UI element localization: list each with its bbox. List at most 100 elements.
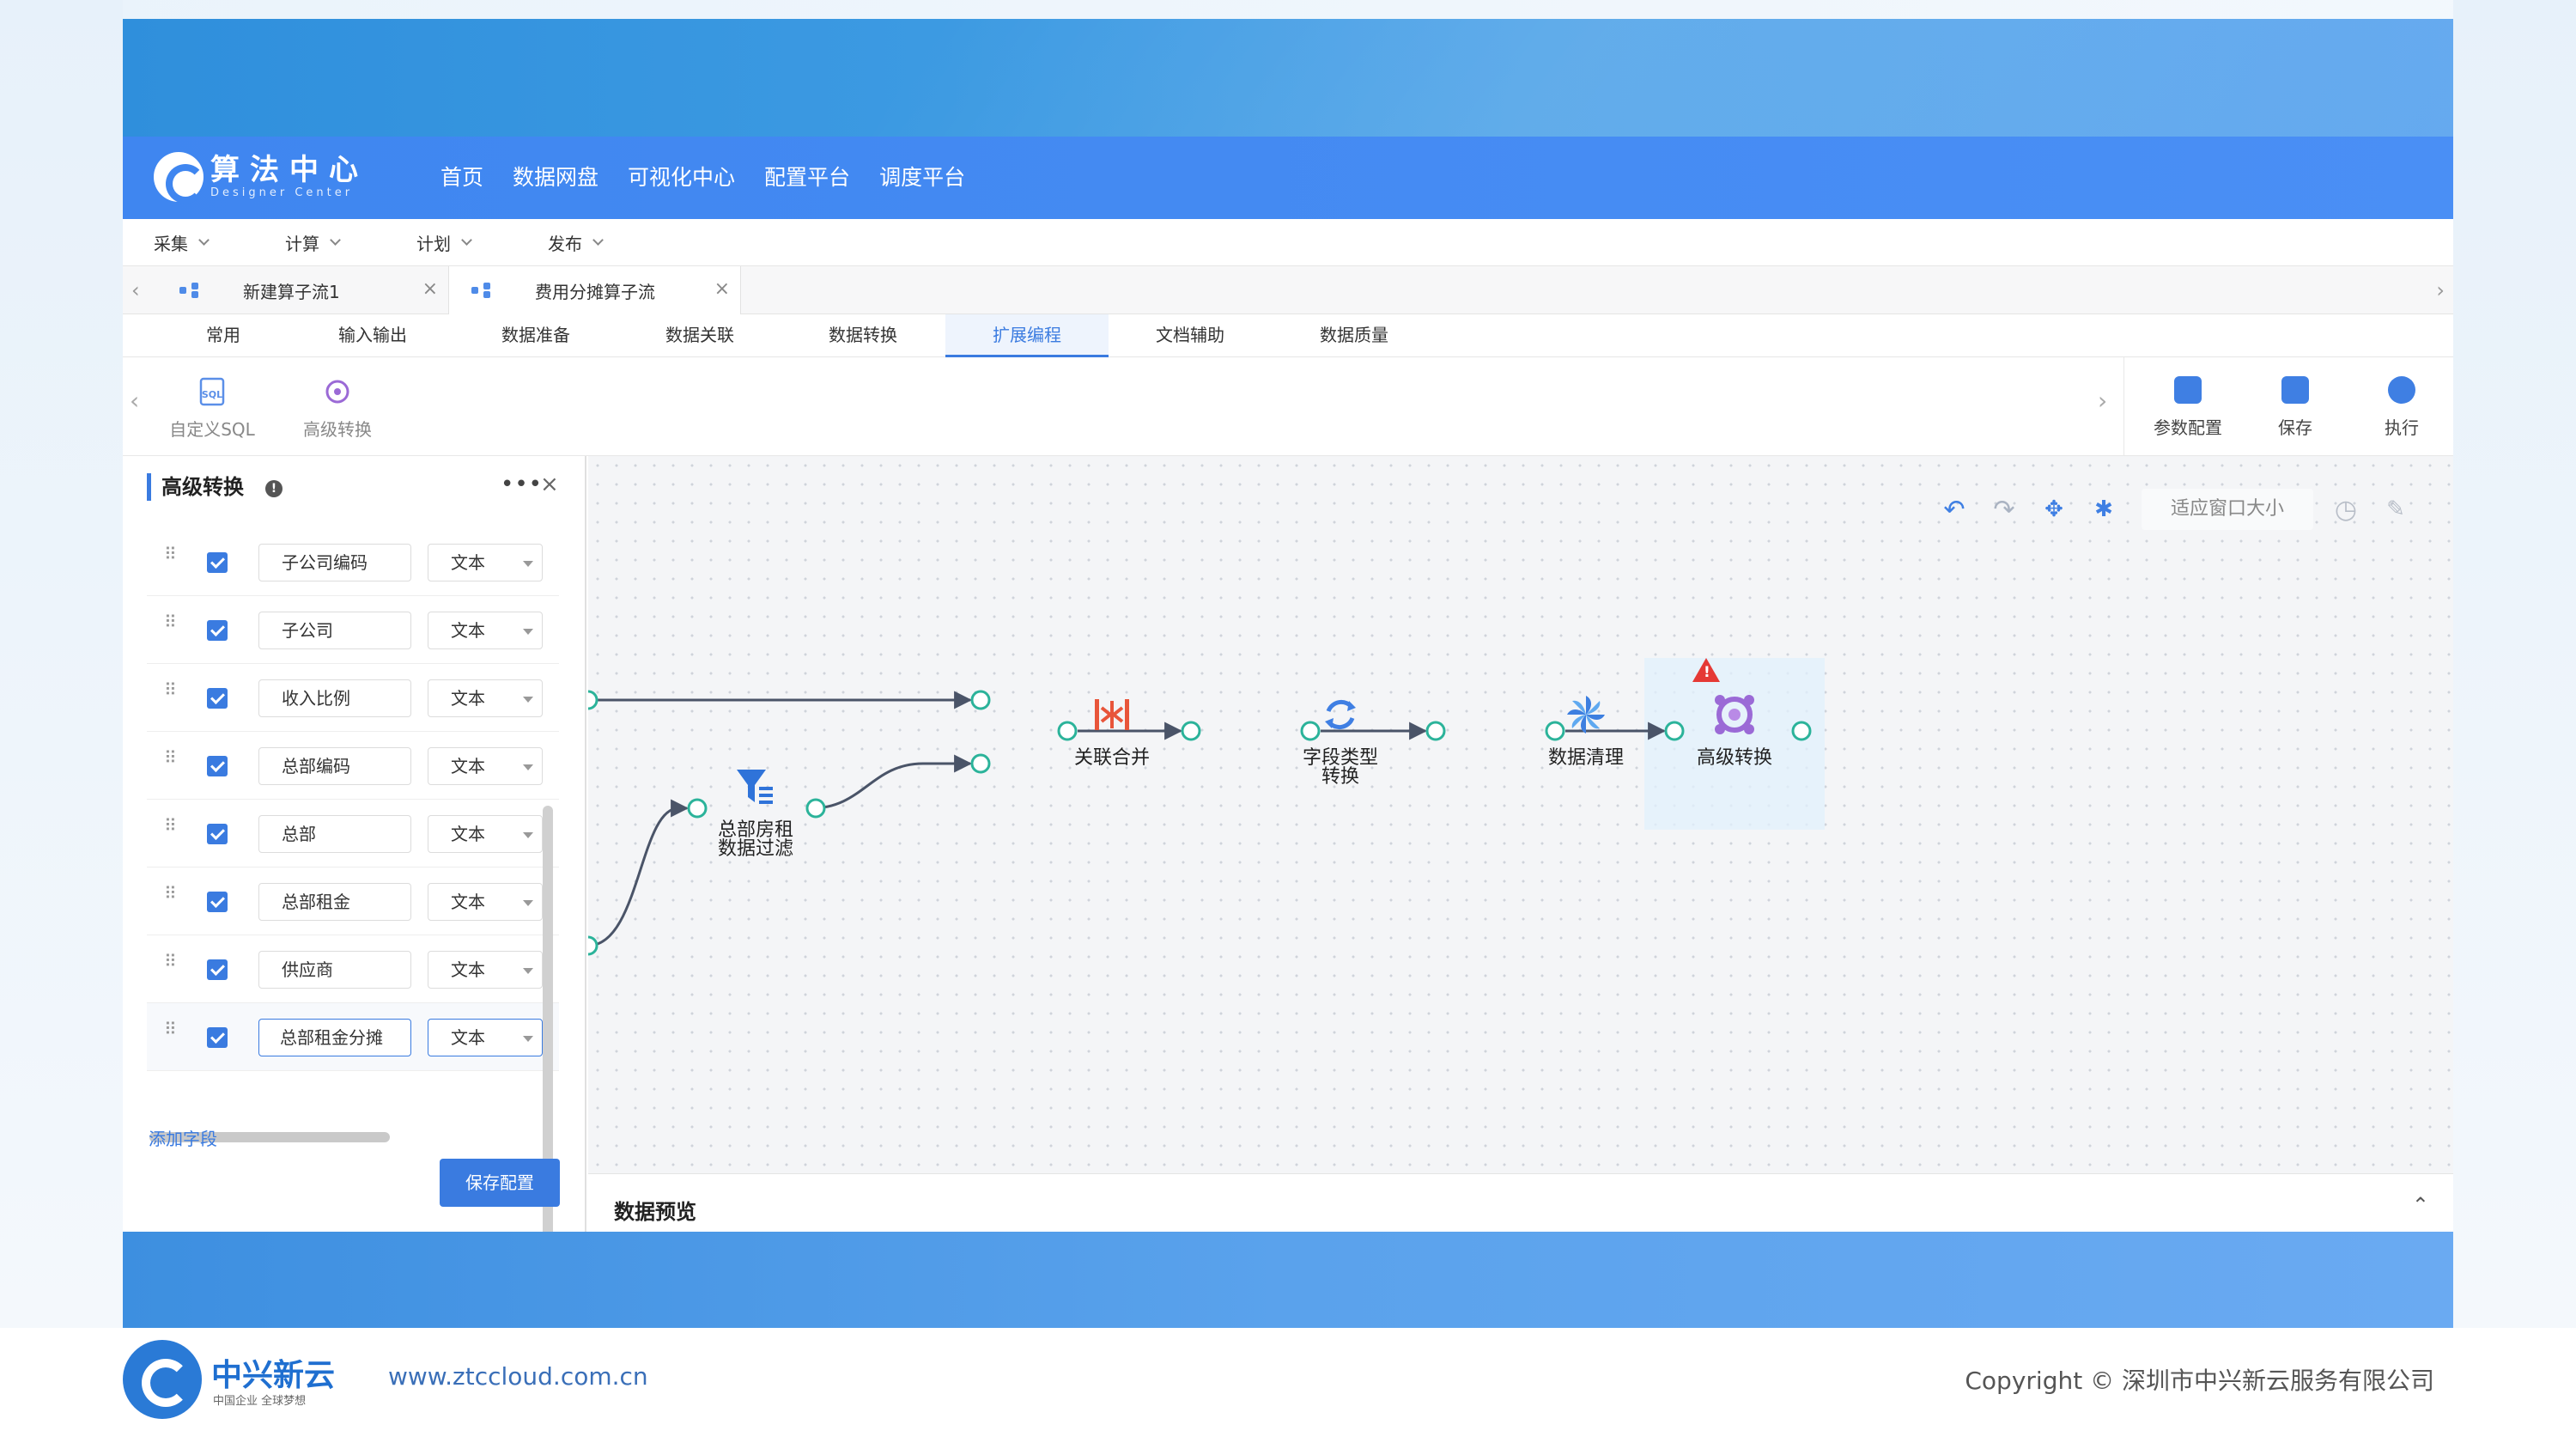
tab-common[interactable]: 常用 (142, 314, 305, 357)
node-field-type-cast[interactable]: 字段类型 转换 (1280, 689, 1400, 787)
menu-bar: 采集 计算 计划 发布 (123, 219, 2453, 266)
save-config-button[interactable]: 保存配置 (440, 1159, 560, 1207)
drag-handle-icon[interactable]: ⠿ (164, 953, 177, 978)
more-options-icon[interactable]: ••• (501, 472, 543, 497)
tab-input-output[interactable]: 输入输出 (291, 314, 454, 357)
palette-scroll-left-icon[interactable]: ‹ (130, 387, 139, 415)
data-preview-bar[interactable]: 数据预览 ⌃ (588, 1173, 2453, 1232)
brand-logo-icon (123, 1340, 202, 1419)
field-name-input[interactable]: 总部租金分摊 (258, 1019, 411, 1056)
close-icon[interactable]: × (714, 278, 730, 300)
tab-document-assist[interactable]: 文档辅助 (1109, 314, 1272, 357)
info-icon[interactable]: ! (265, 480, 283, 497)
drag-handle-icon[interactable]: ⠿ (164, 681, 177, 707)
tool-custom-sql[interactable]: SQL 自定义SQL (161, 376, 264, 441)
doc-tab-new-flow[interactable]: 新建算子流1 × (157, 266, 449, 314)
node-label: 数据过滤 (717, 838, 793, 860)
field-checkbox[interactable] (207, 959, 228, 980)
field-name-input[interactable]: 总部租金 (258, 883, 411, 921)
nav-visualization[interactable]: 可视化中心 (628, 162, 735, 193)
tab-data-prep[interactable]: 数据准备 (454, 314, 617, 357)
field-checkbox[interactable] (207, 1027, 228, 1048)
field-name-input[interactable]: 总部 (258, 815, 411, 853)
field-checkbox[interactable] (207, 892, 228, 912)
tab-extended-programming[interactable]: 扩展编程 (945, 314, 1109, 357)
flow-edges (588, 690, 1812, 956)
node-label: 数据清理 (1547, 747, 1624, 769)
logo-swirl-icon (154, 152, 205, 204)
tabs-scroll-right-icon[interactable]: › (2436, 278, 2445, 302)
tool-palette: ‹ SQL 自定义SQL 高级转换 › 参数配置 保存 执行 (123, 357, 2453, 456)
field-checkbox[interactable] (207, 756, 228, 776)
doc-tab-label: 新建算子流1 (243, 281, 340, 302)
field-row: ⠿ 总部编码 文本 (147, 732, 559, 800)
sql-icon: SQL (197, 376, 228, 407)
nav-config-platform[interactable]: 配置平台 (764, 162, 850, 193)
field-name-input[interactable]: 子公司 (258, 612, 411, 649)
properties-panel: 高级转换 ! ••• × ⠿ 子公司编码 文本 ⠿ 子公司 文本 ⠿ 收入比例 … (123, 456, 586, 1232)
add-field-link[interactable]: 添加字段 (149, 1125, 217, 1150)
edge (811, 754, 973, 810)
tab-data-transform[interactable]: 数据转换 (781, 314, 945, 357)
field-row: ⠿ 收入比例 文本 (147, 664, 559, 732)
field-type-select[interactable]: 文本 (428, 544, 543, 581)
port (588, 690, 598, 710)
menu-publish[interactable]: 发布 (548, 230, 648, 255)
field-name-input[interactable]: 总部编码 (258, 747, 411, 785)
nav-home[interactable]: 首页 (440, 162, 483, 193)
field-checkbox[interactable] (207, 552, 228, 573)
tabs-scroll-left-icon[interactable]: ‹ (131, 278, 140, 302)
tool-label: 高级转换 (303, 419, 372, 440)
doc-tab-cost-allocation-flow[interactable]: 费用分摊算子流 × (449, 266, 741, 314)
field-type-select[interactable]: 文本 (428, 1019, 543, 1056)
field-row: ⠿ 总部租金分摊 文本 (147, 1003, 559, 1071)
flow-canvas[interactable]: ↶ ↷ ✥ ✱ 适应窗口大小 ◷ ✎ ! 字段类型 转换 关联合并 总部房租 数… (588, 456, 2453, 1173)
tab-data-quality[interactable]: 数据质量 (1273, 314, 1436, 357)
field-type-select[interactable]: 文本 (428, 883, 543, 921)
menu-label: 计划 (416, 233, 451, 254)
flow-icon (179, 283, 200, 298)
field-type-select[interactable]: 文本 (428, 747, 543, 785)
run-button[interactable]: 执行 (2354, 376, 2449, 439)
field-type-select[interactable]: 文本 (428, 612, 543, 649)
palette-scroll-right-icon[interactable]: › (2098, 387, 2107, 415)
field-checkbox[interactable] (207, 824, 228, 844)
menu-collect[interactable]: 采集 (154, 230, 254, 255)
field-type-select[interactable]: 文本 (428, 679, 543, 717)
nav-data-drive[interactable]: 数据网盘 (513, 162, 598, 193)
app-logo[interactable]: 算法中心 Designer Center (154, 152, 368, 204)
tab-data-join[interactable]: 数据关联 (618, 314, 781, 357)
website-url[interactable]: www.ztccloud.com.cn (388, 1362, 648, 1391)
node-label: 总部房租 (717, 819, 793, 841)
node-data-clean[interactable]: 数据清理 (1526, 689, 1646, 768)
menu-plan[interactable]: 计划 (416, 230, 517, 255)
field-checkbox[interactable] (207, 688, 228, 709)
preview-title: 数据预览 (614, 1200, 696, 1224)
menu-compute[interactable]: 计算 (285, 230, 386, 255)
close-icon[interactable]: × (422, 278, 438, 300)
field-name-input[interactable]: 子公司编码 (258, 544, 411, 581)
copyright-text: Copyright © 深圳市中兴新云服务有限公司 (1965, 1367, 2434, 1395)
drag-handle-icon[interactable]: ⠿ (164, 545, 177, 571)
field-name-input[interactable]: 供应商 (258, 951, 411, 989)
tool-advanced-transform[interactable]: 高级转换 (286, 376, 389, 441)
field-type-select[interactable]: 文本 (428, 815, 543, 853)
node-join-merge[interactable]: 关联合并 (1052, 689, 1172, 768)
drag-handle-icon[interactable]: ⠿ (164, 1020, 177, 1046)
params-config-button[interactable]: 参数配置 (2141, 376, 2235, 439)
node-advanced-transform[interactable]: 高级转换 (1674, 689, 1795, 768)
drag-handle-icon[interactable]: ⠿ (164, 749, 177, 775)
drag-handle-icon[interactable]: ⠿ (164, 817, 177, 843)
node-hq-rent-filter[interactable]: 总部房租 数据过滤 (696, 761, 816, 859)
nav-scheduling-platform[interactable]: 调度平台 (879, 162, 965, 193)
field-row: ⠿ 子公司 文本 (147, 596, 559, 664)
field-type-select[interactable]: 文本 (428, 951, 543, 989)
port (970, 690, 991, 710)
chevron-up-icon[interactable]: ⌃ (2412, 1193, 2429, 1217)
close-icon[interactable]: × (540, 472, 559, 497)
drag-handle-icon[interactable]: ⠿ (164, 613, 177, 639)
field-checkbox[interactable] (207, 620, 228, 641)
save-button[interactable]: 保存 (2248, 376, 2342, 439)
drag-handle-icon[interactable]: ⠿ (164, 885, 177, 910)
field-name-input[interactable]: 收入比例 (258, 679, 411, 717)
